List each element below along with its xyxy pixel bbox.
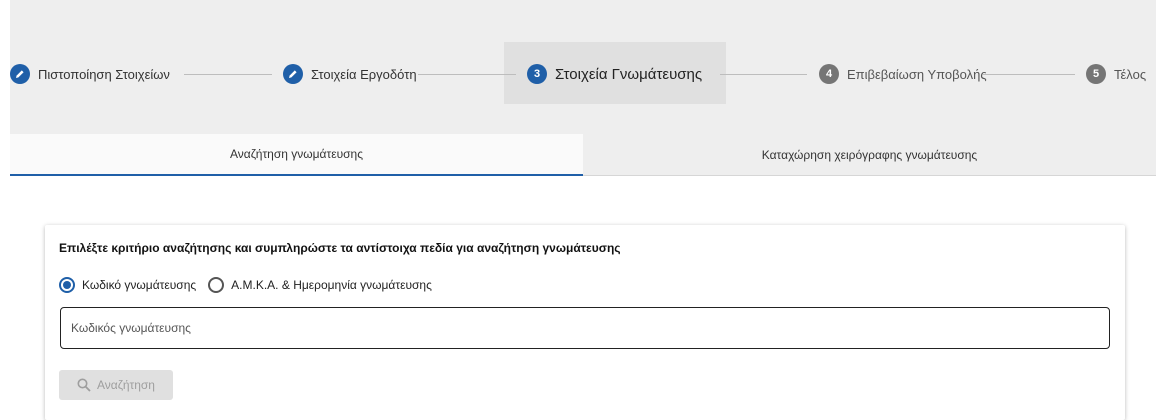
- step-number-badge: 5: [1086, 64, 1106, 84]
- radio-checked-icon[interactable]: [59, 277, 75, 293]
- step-label: Επιβεβαίωση Υποβολής: [847, 66, 987, 82]
- wizard-panel: Πιστοποίηση Στοιχείων Στοιχεία Εργοδότη …: [10, 0, 1156, 420]
- step-label: Στοιχεία Γνωμάτευσης: [555, 65, 703, 83]
- radio-unchecked-icon[interactable]: [208, 277, 225, 293]
- tab-label: Καταχώρηση χειρόγραφης γνωμάτευσης: [761, 147, 978, 162]
- pencil-icon: [283, 64, 303, 84]
- step-connector: [184, 74, 272, 75]
- step-number-badge: 4: [819, 64, 839, 84]
- step-2[interactable]: Στοιχεία Εργοδότη: [283, 64, 417, 84]
- search-button[interactable]: Αναζήτηση: [59, 370, 173, 400]
- search-button-label: Αναζήτηση: [97, 378, 155, 392]
- radio-amka-date[interactable]: Α.Μ.Κ.Α. & Ημερομηνία γνωμάτευσης: [208, 277, 432, 293]
- step-5[interactable]: 5 Τέλος: [1086, 64, 1146, 84]
- opinion-code-input[interactable]: [60, 307, 1110, 349]
- search-icon: [77, 378, 91, 392]
- tab-bar: Αναζήτηση γνωμάτευσης Καταχώρηση χειρόγρ…: [10, 134, 1156, 176]
- step-label: Τέλος: [1114, 66, 1147, 82]
- step-1[interactable]: Πιστοποίηση Στοιχείων: [10, 64, 170, 84]
- pencil-icon: [10, 64, 30, 84]
- radio-opinion-code[interactable]: Κωδικό γνωμάτευσης: [59, 277, 196, 293]
- tab-manual-opinion-entry[interactable]: Καταχώρηση χειρόγραφης γνωμάτευσης: [583, 134, 1156, 176]
- stepper: Πιστοποίηση Στοιχείων Στοιχεία Εργοδότη …: [10, 0, 1156, 130]
- search-card: Επιλέξτε κριτήριο αναζήτησης και συμπληρ…: [45, 225, 1125, 420]
- step-number-badge: 3: [527, 64, 547, 84]
- step-4[interactable]: 4 Επιβεβαίωση Υποβολής: [819, 64, 987, 84]
- radio-label: Κωδικό γνωμάτευσης: [82, 278, 197, 292]
- tab-content: Επιλέξτε κριτήριο αναζήτησης και συμπληρ…: [10, 176, 1156, 420]
- step-label: Στοιχεία Εργοδότη: [311, 66, 417, 82]
- tab-label: Αναζήτηση γνωμάτευσης: [229, 147, 364, 161]
- radio-label: Α.Μ.Κ.Α. & Ημερομηνία γνωμάτευσης: [231, 278, 432, 292]
- step-connector: [983, 74, 1075, 75]
- step-connector: [720, 74, 807, 75]
- step-3[interactable]: 3 Στοιχεία Γνωμάτευσης: [527, 64, 702, 84]
- search-card-title: Επιλέξτε κριτήριο αναζήτησης και συμπληρ…: [59, 241, 621, 255]
- search-criteria-group: Κωδικό γνωμάτευσης Α.Μ.Κ.Α. & Ημερομηνία…: [59, 277, 444, 293]
- step-connector: [418, 74, 516, 75]
- tab-search-opinion[interactable]: Αναζήτηση γνωμάτευσης: [10, 134, 583, 176]
- step-label: Πιστοποίηση Στοιχείων: [38, 66, 170, 82]
